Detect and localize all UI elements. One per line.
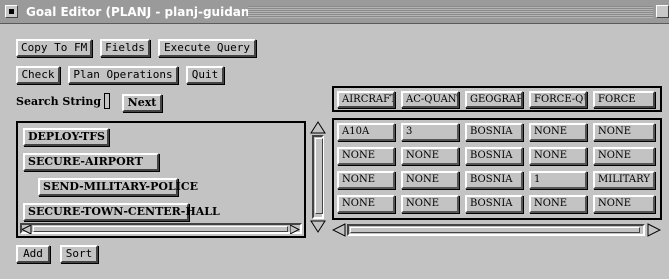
- maximize-icon[interactable]: [656, 5, 669, 18]
- quit-button[interactable]: Quit: [186, 66, 224, 84]
- goals-vertical-scrollbar[interactable]: [310, 121, 326, 234]
- sort-button[interactable]: Sort: [60, 245, 98, 263]
- goals-horizontal-scrollbar[interactable]: [20, 223, 302, 234]
- table-cell[interactable]: NONE: [401, 171, 459, 189]
- table-cell[interactable]: NONE: [401, 147, 459, 165]
- table-cell[interactable]: NONE: [337, 195, 395, 213]
- arrow-up-icon[interactable]: [310, 121, 326, 134]
- table-cell[interactable]: 1: [529, 171, 587, 189]
- table-cell[interactable]: NONE: [529, 195, 587, 213]
- header-force[interactable]: FORCE: [593, 91, 655, 108]
- header-force-qu[interactable]: FORCE-QU: [529, 91, 587, 108]
- header-aircraft[interactable]: AIRCRAFT: [337, 91, 395, 108]
- table-hscroll-track[interactable]: [347, 224, 645, 236]
- header-geograph[interactable]: GEOGRAPH: [465, 91, 523, 108]
- table-cell[interactable]: NONE: [337, 171, 395, 189]
- table-cell[interactable]: NONE: [593, 195, 655, 213]
- table-cell[interactable]: MILITARY: [593, 171, 655, 189]
- table-cell[interactable]: NONE: [337, 147, 395, 165]
- next-button[interactable]: Next: [122, 94, 162, 112]
- arrow-right-icon[interactable]: [647, 223, 661, 237]
- goal-item[interactable]: SECURE-TOWN-CENTER-HALL: [23, 203, 220, 221]
- arrow-down-icon[interactable]: [310, 220, 326, 233]
- goals-list-panel: DEPLOY-TFS SECURE-AIRPORT SEND-MILITARY-…: [16, 121, 306, 238]
- table-cell[interactable]: BOSNIA: [465, 147, 523, 165]
- execute-query-button[interactable]: Execute Query: [158, 39, 256, 57]
- goals-hscroll-thumb[interactable]: [33, 226, 288, 232]
- goal-item[interactable]: DEPLOY-TFS: [23, 128, 109, 146]
- fields-button[interactable]: Fields: [100, 39, 150, 57]
- header-ac-quant[interactable]: AC-QUANT: [401, 91, 459, 108]
- goal-item[interactable]: SEND-MILITARY-POLICE: [38, 178, 198, 196]
- table-header-frame: AIRCRAFT AC-QUANT GEOGRAPH FORCE-QU FORC…: [332, 86, 662, 112]
- check-button[interactable]: Check: [16, 66, 60, 84]
- table-cell[interactable]: BOSNIA: [465, 123, 523, 141]
- title-bar-stripes: [248, 6, 653, 18]
- table-horizontal-scrollbar[interactable]: [332, 222, 662, 238]
- goals-vscroll-thumb[interactable]: [315, 138, 323, 214]
- search-input[interactable]: [104, 93, 110, 109]
- table-cell[interactable]: BOSNIA: [465, 171, 523, 189]
- plan-operations-button[interactable]: Plan Operations: [68, 66, 178, 84]
- arrow-left-icon[interactable]: [332, 223, 346, 237]
- title-bar[interactable]: Goal Editor (PLANJ - planj-guidance): [0, 0, 669, 24]
- window-menu-icon[interactable]: [5, 5, 18, 18]
- table-hscroll-thumb[interactable]: [350, 227, 640, 233]
- table-cell[interactable]: NONE: [401, 195, 459, 213]
- table-cell[interactable]: NONE: [593, 123, 655, 141]
- table-cell[interactable]: 3: [401, 123, 459, 141]
- table-cell[interactable]: A10A: [337, 123, 395, 141]
- table-cell[interactable]: NONE: [529, 147, 587, 165]
- arrow-left-icon[interactable]: [22, 225, 32, 234]
- table-cell[interactable]: BOSNIA: [465, 195, 523, 213]
- add-button[interactable]: Add: [16, 245, 50, 263]
- window-title: Goal Editor (PLANJ - planj-guidance): [26, 5, 271, 19]
- arrow-right-icon[interactable]: [290, 225, 300, 234]
- table-cell[interactable]: NONE: [529, 123, 587, 141]
- copy-to-fm-button[interactable]: Copy To FM: [16, 39, 92, 57]
- goal-item[interactable]: SECURE-AIRPORT: [23, 153, 159, 171]
- goals-vscroll-track[interactable]: [312, 135, 324, 219]
- search-string-label: Search String: [16, 95, 102, 108]
- table-body-frame: A10A 3 BOSNIA NONE NONE NONE NONE BOSNIA…: [332, 118, 662, 220]
- table-cell[interactable]: NONE: [593, 147, 655, 165]
